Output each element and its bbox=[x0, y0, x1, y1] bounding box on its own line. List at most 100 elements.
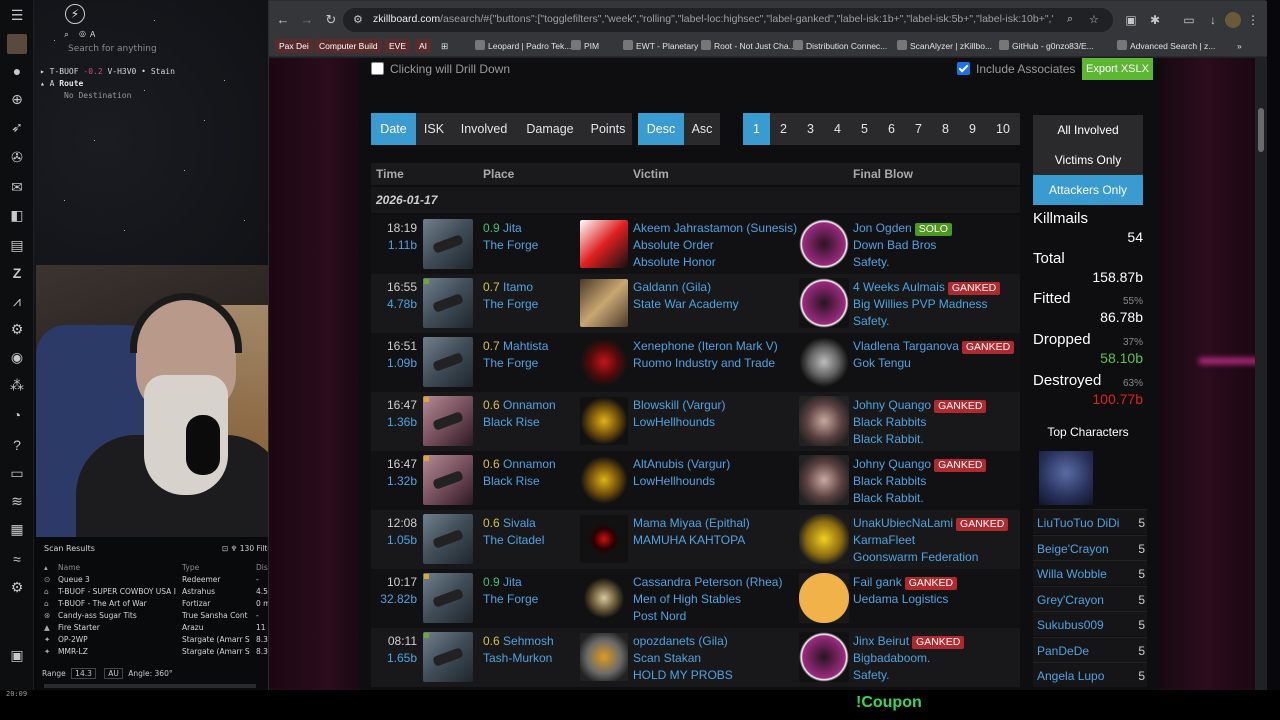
bookmark-item[interactable]: AI bbox=[415, 39, 432, 53]
victim-ship-name[interactable]: Rhea bbox=[750, 575, 779, 589]
current-system[interactable]: ▸ T-BUOF -0.2 V-H3V0 • Stain bbox=[40, 66, 175, 78]
order-desc-button[interactable]: Desc bbox=[638, 113, 684, 145]
final-blow-alliance[interactable]: Black Rabbit. bbox=[853, 491, 924, 505]
extension-icon[interactable]: ▣ bbox=[1123, 12, 1139, 28]
kill-isk-value[interactable]: 1.09b bbox=[375, 356, 417, 370]
bookmark-item[interactable]: Leopard | Padro Tek... bbox=[475, 39, 571, 53]
gear-icon[interactable]: ⚙ bbox=[8, 320, 26, 338]
rocket-icon[interactable]: ➶ bbox=[8, 118, 26, 136]
include-associates-toggle[interactable]: Include Associates bbox=[957, 62, 1075, 76]
kebab-menu-icon[interactable]: ⋮ bbox=[1245, 12, 1261, 28]
victim-ship-name[interactable]: Vargur bbox=[686, 398, 721, 412]
shield-icon[interactable]: ◉ bbox=[8, 348, 26, 366]
kill-system[interactable]: 0.9 Jita bbox=[483, 575, 522, 589]
expand-icon[interactable]: ▸ bbox=[40, 67, 50, 76]
victim-ship-name[interactable]: Gila bbox=[702, 634, 723, 648]
timer-icon[interactable]: ◔ bbox=[8, 406, 26, 424]
top-character-row[interactable]: Angela Lupo 5 bbox=[1033, 662, 1147, 687]
victim-ship-image[interactable] bbox=[423, 219, 473, 269]
final-blow-pilot[interactable]: Fail gank bbox=[853, 575, 902, 589]
final-blow-portrait[interactable] bbox=[799, 278, 849, 328]
victim-ship-name[interactable]: Vargur bbox=[691, 457, 726, 471]
kill-system[interactable]: 0.6 Sehmosh bbox=[483, 634, 554, 648]
killmail-row[interactable]: 16:51 1.09b 0.7 Mahtista The Forge Xenephone… bbox=[371, 333, 1020, 392]
kill-region[interactable]: The Citadel bbox=[483, 533, 544, 547]
bookmark-item[interactable]: Distribution Connec... bbox=[793, 39, 887, 53]
victim-corp[interactable]: Scan Stakan bbox=[633, 651, 701, 665]
victim-ship-image[interactable] bbox=[423, 573, 473, 623]
final-blow-corp[interactable]: Gok Tengu bbox=[853, 356, 911, 370]
filter-attackers-only-button[interactable]: Attackers Only bbox=[1033, 175, 1143, 205]
sort-involved-button[interactable]: Involved bbox=[452, 113, 516, 145]
chart-icon[interactable]: ⩘ bbox=[8, 292, 26, 310]
victim-corp-logo[interactable] bbox=[580, 220, 628, 268]
top-character-name[interactable]: Willa Wobble bbox=[1037, 567, 1107, 581]
top-character-portrait[interactable] bbox=[1039, 451, 1093, 505]
kill-system[interactable]: 0.9 Jita bbox=[483, 221, 522, 235]
page-5-button[interactable]: 5 bbox=[851, 113, 878, 145]
victim-pilot[interactable]: Mama Miyaa bbox=[633, 516, 702, 530]
system-name[interactable]: Onnamon bbox=[503, 398, 556, 412]
kill-region[interactable]: Black Rise bbox=[483, 474, 540, 488]
top-character-row[interactable]: Willa Wobble 5 bbox=[1033, 560, 1147, 585]
search-anything-input[interactable]: Search for anything bbox=[68, 44, 157, 54]
page-1-button[interactable]: 1 bbox=[743, 113, 770, 145]
killmail-row[interactable]: 16:47 1.32b 0.6 Onnamon Black Rise AltAnubis… bbox=[371, 451, 1020, 510]
autopilot-icon[interactable]: ⚡ bbox=[65, 4, 85, 24]
final-blow-name[interactable]: Johny Quango GANKED bbox=[853, 457, 987, 472]
chat-icon[interactable]: ▭ bbox=[8, 464, 26, 482]
drill-down-checkbox[interactable] bbox=[371, 62, 384, 75]
final-blow-pilot[interactable]: Jinx Beirut bbox=[853, 634, 909, 648]
kill-system[interactable]: 0.7 Itamo bbox=[483, 280, 533, 294]
final-blow-pilot[interactable]: 4 Weeks Aulmais bbox=[853, 280, 945, 294]
victim-ship-name[interactable]: Epithal bbox=[709, 516, 746, 530]
victim-corp-logo[interactable] bbox=[580, 515, 628, 563]
victim-ship-name[interactable]: Sunesis bbox=[750, 221, 793, 235]
bookmark-item[interactable]: EVE bbox=[385, 39, 411, 53]
victim-pilot[interactable]: opozdanets bbox=[633, 634, 695, 648]
kill-system[interactable]: 0.6 Sivala bbox=[483, 516, 536, 530]
puzzle-icon[interactable]: ✱ bbox=[1147, 12, 1163, 28]
reload-icon[interactable]: ↻ bbox=[323, 12, 339, 28]
cast-icon[interactable]: ▭ bbox=[1181, 12, 1197, 28]
bookmark-item[interactable]: Pax Dei bbox=[275, 39, 313, 53]
top-character-name[interactable]: Sukubus009 bbox=[1037, 618, 1104, 632]
page-10-button[interactable]: 10 bbox=[986, 113, 1020, 145]
kill-system[interactable]: 0.6 Onnamon bbox=[483, 398, 556, 412]
victim-corp[interactable]: MAMUHA KAHTOPA bbox=[633, 533, 745, 547]
bookmark-item[interactable]: ScanAlyzer | zKillbo... bbox=[897, 39, 992, 53]
site-info-icon[interactable]: ⚙ bbox=[353, 13, 363, 26]
victim-corp-logo[interactable] bbox=[580, 338, 628, 386]
kill-isk-value[interactable]: 1.32b bbox=[375, 474, 417, 488]
victim-corp[interactable]: LowHellhounds bbox=[633, 474, 715, 488]
kill-region[interactable]: The Forge bbox=[483, 297, 538, 311]
route-expand-icon[interactable]: ▴ A bbox=[40, 79, 59, 88]
final-blow-portrait[interactable] bbox=[799, 573, 849, 623]
back-icon[interactable]: ← bbox=[275, 12, 291, 28]
victim-name[interactable]: Xenephone (Iteron Mark V) bbox=[633, 339, 778, 353]
final-blow-alliance[interactable]: Safety. bbox=[853, 314, 889, 328]
page-6-button[interactable]: 6 bbox=[878, 113, 905, 145]
scan-row[interactable]: ⌂ T-BUOF - The Art of War Fortizar 0 m bbox=[44, 598, 268, 610]
top-character-name[interactable]: Beige'Crayon bbox=[1037, 542, 1109, 556]
killmail-row[interactable]: 16:55 4.78b 0.7 Itamo The Forge Galdann (Gil… bbox=[371, 274, 1020, 333]
range-unit-select[interactable]: AU bbox=[104, 668, 123, 679]
victim-name[interactable]: Blowskill (Vargur) bbox=[633, 398, 726, 412]
kill-system[interactable]: 0.6 Onnamon bbox=[483, 457, 556, 471]
top-character-name[interactable]: Grey'Crayon bbox=[1037, 593, 1104, 607]
page-4-button[interactable]: 4 bbox=[824, 113, 851, 145]
compass-icon[interactable]: ✇ bbox=[8, 148, 26, 166]
kill-isk-value[interactable]: 32.82b bbox=[375, 592, 417, 606]
victim-corp-logo[interactable] bbox=[580, 279, 628, 327]
cube-icon[interactable]: ◧ bbox=[8, 206, 26, 224]
killmail-row[interactable]: 10:17 32.82b 0.9 Jita The Forge Cassandra Pe… bbox=[371, 569, 1020, 628]
order-asc-button[interactable]: Asc bbox=[684, 113, 720, 145]
zoom-icon[interactable]: ⌕ bbox=[1067, 13, 1073, 26]
page-9-button[interactable]: 9 bbox=[959, 113, 986, 145]
page-3-button[interactable]: 3 bbox=[797, 113, 824, 145]
bookmark-item[interactable]: PIM bbox=[571, 39, 599, 53]
include-associates-checkbox[interactable] bbox=[957, 62, 970, 75]
victim-ship-image[interactable] bbox=[423, 455, 473, 505]
final-blow-alliance[interactable]: Goonswarm Federation bbox=[853, 550, 978, 564]
wifi-icon[interactable]: ≈ bbox=[8, 550, 26, 568]
